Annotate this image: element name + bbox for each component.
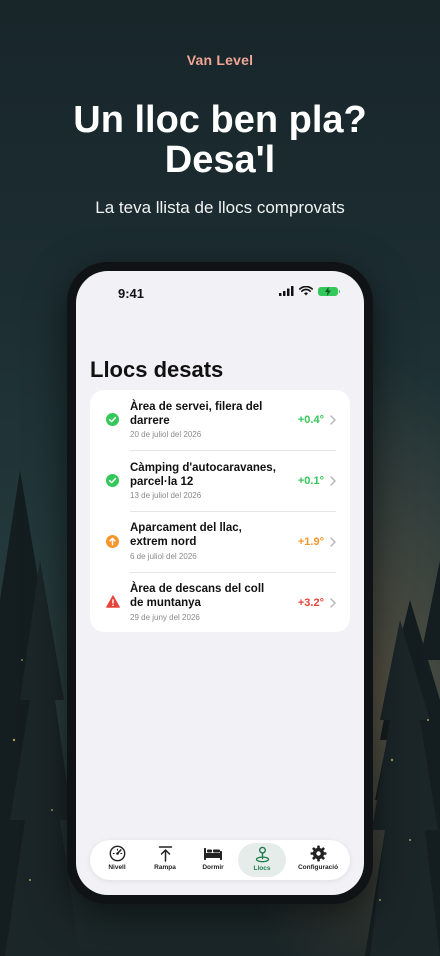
place-date: 13 de juliol del 2026 xyxy=(130,491,202,500)
arrow-up-circle-icon xyxy=(106,535,119,548)
promo-subheadline: La teva llista de llocs comprovats xyxy=(95,198,345,217)
place-date: 6 de juliol del 2026 xyxy=(130,552,197,561)
tab-label: Llocs xyxy=(253,865,271,872)
chevron-right-icon xyxy=(330,415,336,425)
chevron-right-icon xyxy=(330,476,336,486)
status-time: 9:41 xyxy=(118,286,145,301)
cellular-signal-icon xyxy=(279,286,294,296)
location-pin-icon xyxy=(255,846,269,863)
list-item[interactable]: Àrea de descans del coll de muntanya 29 … xyxy=(90,573,350,633)
place-date: 29 de juny del 2026 xyxy=(130,613,200,622)
warning-triangle-icon xyxy=(106,595,120,608)
list-item[interactable]: Càmping d'autocaravanes, parcel·la 12 13… xyxy=(90,451,350,511)
status-icons xyxy=(279,286,340,296)
tab-nivell[interactable]: Nivell xyxy=(94,840,140,880)
tab-label: Configuració xyxy=(297,864,339,871)
battery-charging-icon xyxy=(318,286,340,296)
tab-configuracio[interactable]: Configuració xyxy=(290,840,346,880)
page-title: Llocs desats xyxy=(90,357,224,382)
phone-screen: 9:41 Llocs desats Àrea de servei, filera… xyxy=(76,271,364,895)
chevron-right-icon xyxy=(330,598,336,608)
place-title: Aparcament del llac, extrem nord xyxy=(130,522,242,548)
place-tilt-value: +0.1° xyxy=(297,475,324,487)
place-tilt-value: +0.4° xyxy=(297,414,324,426)
app-name-label: Van Level xyxy=(186,52,254,68)
place-date: 20 de juliol del 2026 xyxy=(130,430,202,439)
tab-llocs[interactable]: Llocs xyxy=(238,843,286,877)
status-bar: 9:41 xyxy=(76,271,364,315)
place-tilt-value: +3.2° xyxy=(297,597,324,609)
check-circle-icon xyxy=(106,413,119,426)
check-circle-icon xyxy=(106,474,119,487)
place-title: Àrea de servei, filera del darrere xyxy=(130,401,263,427)
wifi-icon xyxy=(299,286,313,296)
tab-label: Dormir xyxy=(202,864,224,871)
tab-rampa[interactable]: Rampa xyxy=(142,840,188,880)
gear-icon xyxy=(310,845,326,862)
chevron-right-icon xyxy=(330,537,336,547)
tab-label: Nivell xyxy=(108,864,126,871)
phone-frame: 9:41 Llocs desats Àrea de servei, filera… xyxy=(67,262,373,904)
promo-headline: Un lloc ben pla? Desa'l xyxy=(73,99,367,181)
list-item[interactable]: Àrea de servei, filera del darrere 20 de… xyxy=(90,390,350,450)
place-title: Càmping d'autocaravanes, parcel·la 12 xyxy=(130,462,276,488)
gauge-icon xyxy=(109,845,125,862)
tab-dormir[interactable]: Dormir xyxy=(190,840,236,880)
place-title: Àrea de descans del coll de muntanya xyxy=(130,583,265,609)
tab-label: Rampa xyxy=(154,864,176,871)
ramp-arrow-icon xyxy=(158,846,172,862)
place-tilt-value: +1.9° xyxy=(297,536,324,548)
list-item[interactable]: Aparcament del llac, extrem nord 6 de ju… xyxy=(90,512,350,572)
saved-places-list: Àrea de servei, filera del darrere 20 de… xyxy=(90,390,350,632)
tab-bar: Nivell Rampa Dormir Llocs Configuració xyxy=(90,840,350,880)
bed-icon xyxy=(204,848,222,860)
